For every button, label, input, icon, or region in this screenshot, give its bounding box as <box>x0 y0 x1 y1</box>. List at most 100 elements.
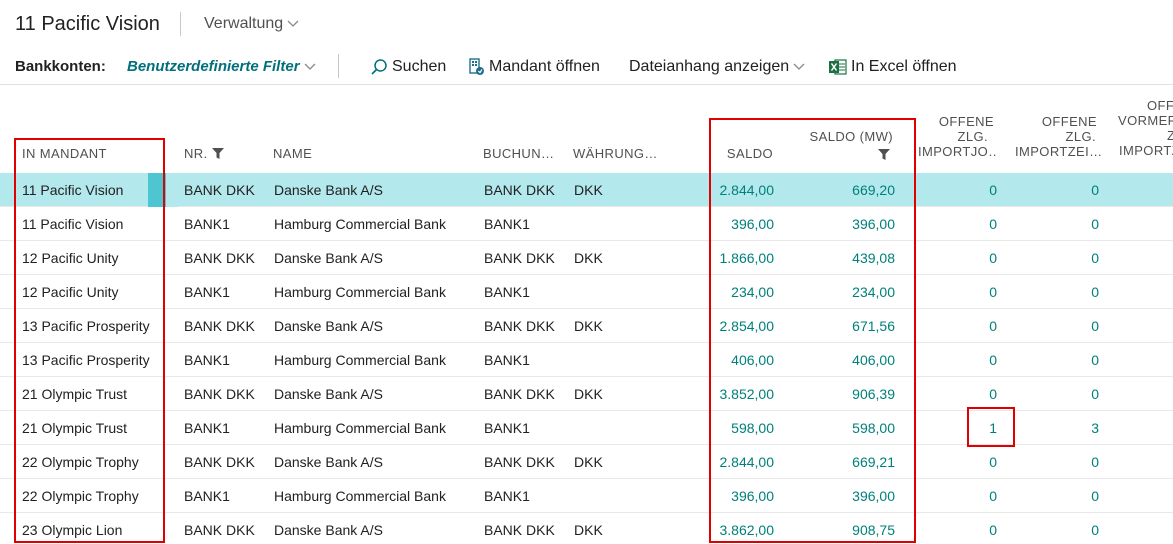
admin-menu[interactable]: Verwaltung <box>204 15 299 33</box>
cell-company[interactable]: 22 Olympic Trophy <box>22 488 139 504</box>
cell-no[interactable]: BANK DKK <box>184 454 255 470</box>
cell-balance-lcy[interactable]: 396,00 <box>800 488 895 504</box>
column-header-no[interactable]: NR. <box>184 146 224 161</box>
cell-company[interactable]: 13 Pacific Prosperity <box>22 318 150 334</box>
cell-open-import-journals[interactable]: 0 <box>940 318 997 334</box>
open-in-excel-button[interactable]: In Excel öffnen <box>829 58 957 76</box>
cell-no[interactable]: BANK DKK <box>184 386 255 402</box>
cell-company[interactable]: 23 Olympic Lion <box>22 522 122 538</box>
table-row[interactable]: 13 Pacific Prosperity BANK1 Hamburg Commer… <box>0 343 1173 377</box>
cell-open-import-lines[interactable]: 0 <box>1040 182 1099 198</box>
cell-open-import-journals[interactable]: 0 <box>940 250 997 266</box>
table-row[interactable]: 13 Pacific Prosperity BANK DKK Danske Bank… <box>0 309 1173 343</box>
cell-open-import-lines[interactable]: 0 <box>1040 284 1099 300</box>
cell-open-import-lines[interactable]: 0 <box>1040 522 1099 538</box>
cell-balance-lcy[interactable]: 671,56 <box>800 318 895 334</box>
cell-company[interactable]: 21 Olympic Trust <box>22 420 127 436</box>
row-selection-marker-edge <box>166 173 178 207</box>
cell-open-import-lines[interactable]: 0 <box>1040 216 1099 232</box>
table-row[interactable]: 21 Olympic Trust BANK DKK Danske Bank A/S B… <box>0 377 1173 411</box>
cell-balance-lcy[interactable]: 669,20 <box>800 182 895 198</box>
cell-open-import-journals[interactable]: 0 <box>940 182 997 198</box>
filter-icon <box>878 149 890 160</box>
cell-balance[interactable]: 3.852,00 <box>700 386 775 402</box>
cell-open-import-journals[interactable]: 0 <box>940 522 997 538</box>
table-row[interactable]: 11 Pacific Vision BANK1 Hamburg Commercial… <box>0 207 1173 241</box>
cell-no[interactable]: BANK1 <box>184 488 230 504</box>
cell-posting-group: BANK DKK <box>484 318 555 334</box>
cell-open-import-journals[interactable]: 0 <box>940 386 997 402</box>
column-header-currency[interactable]: WÄHRUNG… <box>573 146 658 161</box>
cell-balance[interactable]: 2.844,00 <box>700 454 775 470</box>
cell-balance-lcy[interactable]: 669,21 <box>800 454 895 470</box>
cell-no[interactable]: BANK DKK <box>184 182 255 198</box>
cell-balance[interactable]: 2.854,00 <box>700 318 775 334</box>
cell-name: Hamburg Commercial Bank <box>274 352 446 368</box>
attachments-dropdown[interactable]: Dateianhang anzeigen <box>629 58 805 76</box>
column-header-open-import-journals[interactable]: OFFENE ZLG. IMPORTJO… <box>918 114 998 159</box>
filter-dropdown[interactable]: Benutzerdefinierte Filter <box>127 58 316 75</box>
cell-open-import-lines[interactable]: 0 <box>1040 250 1099 266</box>
cell-balance[interactable]: 396,00 <box>700 488 774 504</box>
column-header-balance-lcy[interactable]: SALDO (MW) <box>780 129 893 144</box>
cell-open-import-journals[interactable]: 0 <box>940 284 997 300</box>
cell-balance-lcy[interactable]: 908,75 <box>800 522 895 538</box>
cell-company[interactable]: 21 Olympic Trust <box>22 386 127 402</box>
column-header-open-import-lines[interactable]: OFFENE ZLG. IMPORTZEI… <box>1015 114 1102 159</box>
cell-open-import-lines[interactable]: 0 <box>1040 352 1099 368</box>
cell-balance[interactable]: 1.866,00 <box>700 250 775 266</box>
table-row[interactable]: 23 Olympic Lion BANK DKK Danske Bank A/S BA… <box>0 513 1173 544</box>
company-name: 11 Pacific Vision <box>15 13 160 35</box>
cell-balance-lcy[interactable]: 396,00 <box>800 216 895 232</box>
cell-no[interactable]: BANK1 <box>184 216 230 232</box>
cell-balance-lcy[interactable]: 234,00 <box>800 284 895 300</box>
cell-open-import-journals[interactable]: 0 <box>940 488 997 504</box>
cell-open-import-journals[interactable]: 1 <box>940 420 997 436</box>
cell-open-import-journals[interactable]: 0 <box>940 216 997 232</box>
cell-balance[interactable]: 234,00 <box>700 284 774 300</box>
cell-balance-lcy[interactable]: 906,39 <box>800 386 895 402</box>
cell-balance[interactable]: 406,00 <box>700 352 774 368</box>
cell-balance-lcy[interactable]: 598,00 <box>800 420 895 436</box>
table-row[interactable]: 12 Pacific Unity BANK DKK Danske Bank A/S B… <box>0 241 1173 275</box>
cell-no[interactable]: BANK1 <box>184 420 230 436</box>
column-header-posting-group[interactable]: BUCHUN… <box>483 146 554 161</box>
cell-company[interactable]: 12 Pacific Unity <box>22 284 118 300</box>
column-header-balance[interactable]: SALDO <box>700 146 773 161</box>
cell-balance[interactable]: 396,00 <box>700 216 774 232</box>
cell-no[interactable]: BANK1 <box>184 284 230 300</box>
cell-open-import-lines[interactable]: 0 <box>1040 318 1099 334</box>
cell-no[interactable]: BANK1 <box>184 352 230 368</box>
cell-open-import-lines[interactable]: 3 <box>1040 420 1099 436</box>
cell-no[interactable]: BANK DKK <box>184 522 255 538</box>
attachments-label: Dateianhang anzeigen <box>629 58 790 75</box>
cell-balance-lcy[interactable]: 439,08 <box>800 250 895 266</box>
cell-company[interactable]: 12 Pacific Unity <box>22 250 118 266</box>
cell-name: Danske Bank A/S <box>274 182 383 198</box>
cell-open-import-journals[interactable]: 0 <box>940 352 997 368</box>
cell-balance-lcy[interactable]: 406,00 <box>800 352 895 368</box>
column-header-company[interactable]: IN MANDANT <box>22 146 107 161</box>
cell-open-import-lines[interactable]: 0 <box>1040 454 1099 470</box>
cell-no[interactable]: BANK DKK <box>184 250 255 266</box>
cell-open-import-lines[interactable]: 0 <box>1040 386 1099 402</box>
cell-no[interactable]: BANK DKK <box>184 318 255 334</box>
table-row[interactable]: 11 Pacific Vision BANK DKK Danske Bank A/S… <box>0 173 1173 207</box>
cell-open-import-journals[interactable]: 0 <box>940 454 997 470</box>
table-row[interactable]: 12 Pacific Unity BANK1 Hamburg Commercial … <box>0 275 1173 309</box>
cell-open-import-lines[interactable]: 0 <box>1040 488 1099 504</box>
table-row[interactable]: 21 Olympic Trust BANK1 Hamburg Commercial … <box>0 411 1173 445</box>
table-row[interactable]: 22 Olympic Trophy BANK1 Hamburg Commercial… <box>0 479 1173 513</box>
column-header-name[interactable]: NAME <box>273 146 312 161</box>
cell-company[interactable]: 11 Pacific Vision <box>22 216 123 232</box>
search-button[interactable]: Suchen <box>370 58 446 76</box>
cell-company[interactable]: 22 Olympic Trophy <box>22 454 139 470</box>
cell-company[interactable]: 11 Pacific Vision <box>22 182 123 198</box>
table-row[interactable]: 22 Olympic Trophy BANK DKK Danske Bank A/S… <box>0 445 1173 479</box>
cell-balance[interactable]: 2.844,00 <box>700 182 775 198</box>
cell-balance[interactable]: 598,00 <box>700 420 774 436</box>
column-header-pending-import-lines[interactable]: OFF VORMER Z IMPORTZ <box>1114 98 1173 158</box>
cell-balance[interactable]: 3.862,00 <box>700 522 775 538</box>
open-company-button[interactable]: Mandant öffnen <box>467 58 600 76</box>
cell-company[interactable]: 13 Pacific Prosperity <box>22 352 150 368</box>
